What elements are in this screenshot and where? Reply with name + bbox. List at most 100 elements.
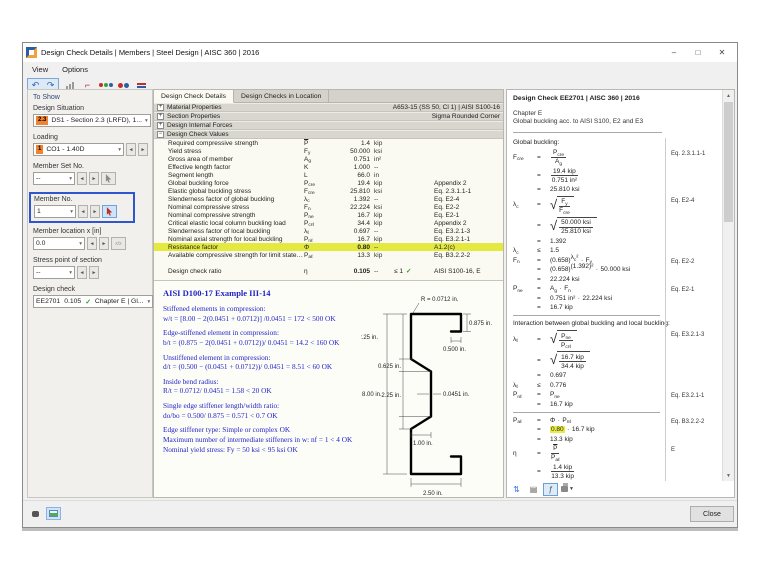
table-row[interactable]: Critical elastic local column buckling l… bbox=[154, 219, 503, 227]
member-location-prev-button[interactable]: ◄ bbox=[87, 237, 97, 250]
row-description: Slenderness factor of global buckling bbox=[154, 196, 304, 203]
details-panel: Design Check Details Design Checks in Lo… bbox=[153, 89, 504, 498]
loading-label: Loading bbox=[33, 134, 148, 141]
table-row[interactable]: Elastic global buckling stressFcre25.810… bbox=[154, 187, 503, 195]
table-row[interactable]: Gross area of memberAg0.751in² bbox=[154, 155, 503, 163]
member-no-prev-button[interactable]: ◄ bbox=[78, 205, 88, 218]
check-icon: ✓ bbox=[85, 298, 91, 306]
table-row[interactable]: Nominal axial strength for local bucklin… bbox=[154, 235, 503, 243]
member-set-select[interactable]: -- ▾ bbox=[33, 172, 75, 185]
row-unit: kip bbox=[370, 252, 394, 259]
design-situation-value: DS1 - Section 2.3 (LRFD), 1... bbox=[51, 117, 142, 124]
equation-block: Eq. E3.2.1-1Pnℓ=Pne=16.7 kip bbox=[513, 391, 722, 408]
table-row[interactable]: Effective length factorK1.000-- bbox=[154, 163, 503, 171]
table-row[interactable]: Resistance factorΦ0.80--A1.2(c) bbox=[154, 243, 503, 251]
expand-icon[interactable]: + bbox=[157, 113, 164, 120]
table-row[interactable]: Design check ratioη0.105--≤ 1✓AISI S100-… bbox=[154, 267, 503, 275]
loading-select[interactable]: 1 CO1 - 1.40D ▾ bbox=[33, 143, 124, 156]
maximize-icon[interactable]: □ bbox=[686, 44, 710, 61]
expand-icon[interactable]: + bbox=[157, 122, 164, 129]
design-check-select[interactable]: EE2701 0.105 ✓ Chapter E | Gl... ▾ bbox=[33, 295, 153, 308]
table-group-row[interactable]: +Design Internal Forces bbox=[154, 121, 503, 130]
member-set-next-button[interactable]: ► bbox=[89, 172, 99, 185]
chevron-down-icon: ▾ bbox=[145, 118, 148, 124]
member-no-select[interactable]: 1 ▾ bbox=[34, 205, 76, 218]
minimize-icon[interactable]: – bbox=[662, 44, 686, 61]
table-row[interactable]: Global buckling forcePcre19.4kipAppendix… bbox=[154, 179, 503, 187]
relative-position-button[interactable]: x/x bbox=[111, 237, 126, 250]
member-set-prev-button[interactable]: ◄ bbox=[77, 172, 87, 185]
member-location-value: 0.0 bbox=[36, 240, 45, 247]
table-row[interactable]: Required compressive strengthP1.4kip bbox=[154, 139, 503, 147]
table-row[interactable]: Available compressive strength for limit… bbox=[154, 251, 503, 259]
app-icon bbox=[26, 47, 37, 58]
member-set-pick-button[interactable] bbox=[101, 172, 116, 185]
equation-relation: = bbox=[537, 266, 550, 273]
graphic-icon[interactable] bbox=[46, 507, 61, 520]
list-view-icon[interactable]: ▤ bbox=[526, 483, 541, 496]
stress-point-select[interactable]: -- ▾ bbox=[33, 266, 75, 279]
formula-area: Global buckling:Eq. 2.3.1.1-1Fcre=PcreAg… bbox=[513, 139, 722, 480]
print-icon[interactable]: ▼ bbox=[560, 483, 575, 496]
stress-point-label: Stress point of section bbox=[33, 257, 148, 264]
equation-line: λc=√FyFcre bbox=[513, 196, 660, 215]
row-value: 25.810 bbox=[334, 188, 370, 195]
table-row[interactable]: Slenderness factor of local bucklingλℓ0.… bbox=[154, 227, 503, 235]
subtitle-line: Global buckling acc. to AISI S100, E2 an… bbox=[513, 118, 722, 125]
row-value: 1.4 bbox=[334, 140, 370, 147]
row-description: Available compressive strength for limit… bbox=[154, 252, 304, 259]
equation-lhs: Pne bbox=[513, 285, 537, 292]
member-location-select[interactable]: 0.0 ▾ bbox=[33, 237, 85, 250]
tab-design-checks-in-location[interactable]: Design Checks in Location bbox=[234, 90, 329, 102]
equation-relation: = bbox=[537, 222, 550, 229]
scroll-up-icon[interactable]: ▲ bbox=[723, 90, 734, 101]
tab-design-check-details[interactable]: Design Check Details bbox=[154, 90, 234, 103]
equation-line: λc≤1.5 bbox=[513, 247, 660, 254]
scroll-down-icon[interactable]: ▼ bbox=[723, 470, 734, 481]
table-row[interactable]: Nominal compressive strengthPne16.7kipEq… bbox=[154, 211, 503, 219]
stress-point-next-button[interactable]: ► bbox=[89, 266, 99, 279]
table-row[interactable]: Yield stressFy50.000ksi bbox=[154, 147, 503, 155]
formula-divider bbox=[513, 315, 660, 316]
table-group-row[interactable]: +Section PropertiesSigma Rounded Corner bbox=[154, 112, 503, 121]
row-description: Nominal compressive strength bbox=[154, 212, 304, 219]
comment-icon[interactable] bbox=[28, 507, 43, 520]
close-icon[interactable]: ✕ bbox=[710, 44, 734, 61]
collapse-icon[interactable]: − bbox=[157, 131, 164, 138]
formula-view-icon[interactable]: ƒ bbox=[543, 483, 558, 496]
table-group-row[interactable]: +Material PropertiesA653-15 (SS 50, Cl 1… bbox=[154, 103, 503, 112]
equation-rhs: 0.776 bbox=[550, 382, 566, 389]
row-value: 13.3 bbox=[334, 252, 370, 259]
equation-line: =22.224 ksi bbox=[513, 276, 660, 283]
table-row[interactable]: Nominal compressive stressFn22.224ksiEq.… bbox=[154, 203, 503, 211]
member-location-label: Member location x [in] bbox=[33, 228, 148, 235]
loading-next-button[interactable]: ► bbox=[138, 143, 148, 156]
menu-options[interactable]: Options bbox=[62, 65, 88, 74]
stress-point-prev-button[interactable]: ◄ bbox=[77, 266, 87, 279]
member-no-next-button[interactable]: ► bbox=[90, 205, 100, 218]
expand-icon[interactable]: + bbox=[157, 104, 164, 111]
menu-view[interactable]: View bbox=[32, 65, 48, 74]
table-row[interactable] bbox=[154, 259, 503, 267]
equation-reference: Eq. E3.2.1-3 bbox=[666, 332, 720, 338]
row-reference: AISI S100-16, E bbox=[434, 268, 503, 275]
substitute-values-icon[interactable]: ⇅ bbox=[509, 483, 524, 496]
print-dropdown-icon[interactable]: ▼ bbox=[569, 486, 574, 492]
equation-line: =0.751 in²·22.224 ksi bbox=[513, 295, 660, 302]
member-location-next-button[interactable]: ► bbox=[99, 237, 109, 250]
stress-point-value: -- bbox=[36, 269, 41, 276]
design-situation-select[interactable]: 2.3 DS1 - Section 2.3 (LRFD), 1... ▾ bbox=[33, 114, 151, 127]
member-no-pick-button[interactable] bbox=[102, 205, 117, 218]
table-row[interactable]: Segment lengthL66.0in bbox=[154, 171, 503, 179]
scrollbar[interactable]: ▲ ▼ bbox=[722, 90, 734, 481]
table-row[interactable]: Slenderness factor of global bucklingλc1… bbox=[154, 195, 503, 203]
equation-rhs: 13.3 kip bbox=[550, 436, 573, 443]
equation-relation: ≤ bbox=[537, 247, 550, 254]
loading-prev-button[interactable]: ◄ bbox=[126, 143, 136, 156]
loading-value: CO1 - 1.40D bbox=[46, 146, 84, 153]
equation-relation: = bbox=[537, 154, 550, 161]
scroll-thumb[interactable] bbox=[724, 102, 733, 222]
table-group-row[interactable]: −Design Check Values bbox=[154, 130, 503, 139]
equation-lhs: Fn bbox=[513, 257, 537, 264]
close-button[interactable]: Close bbox=[690, 506, 734, 522]
